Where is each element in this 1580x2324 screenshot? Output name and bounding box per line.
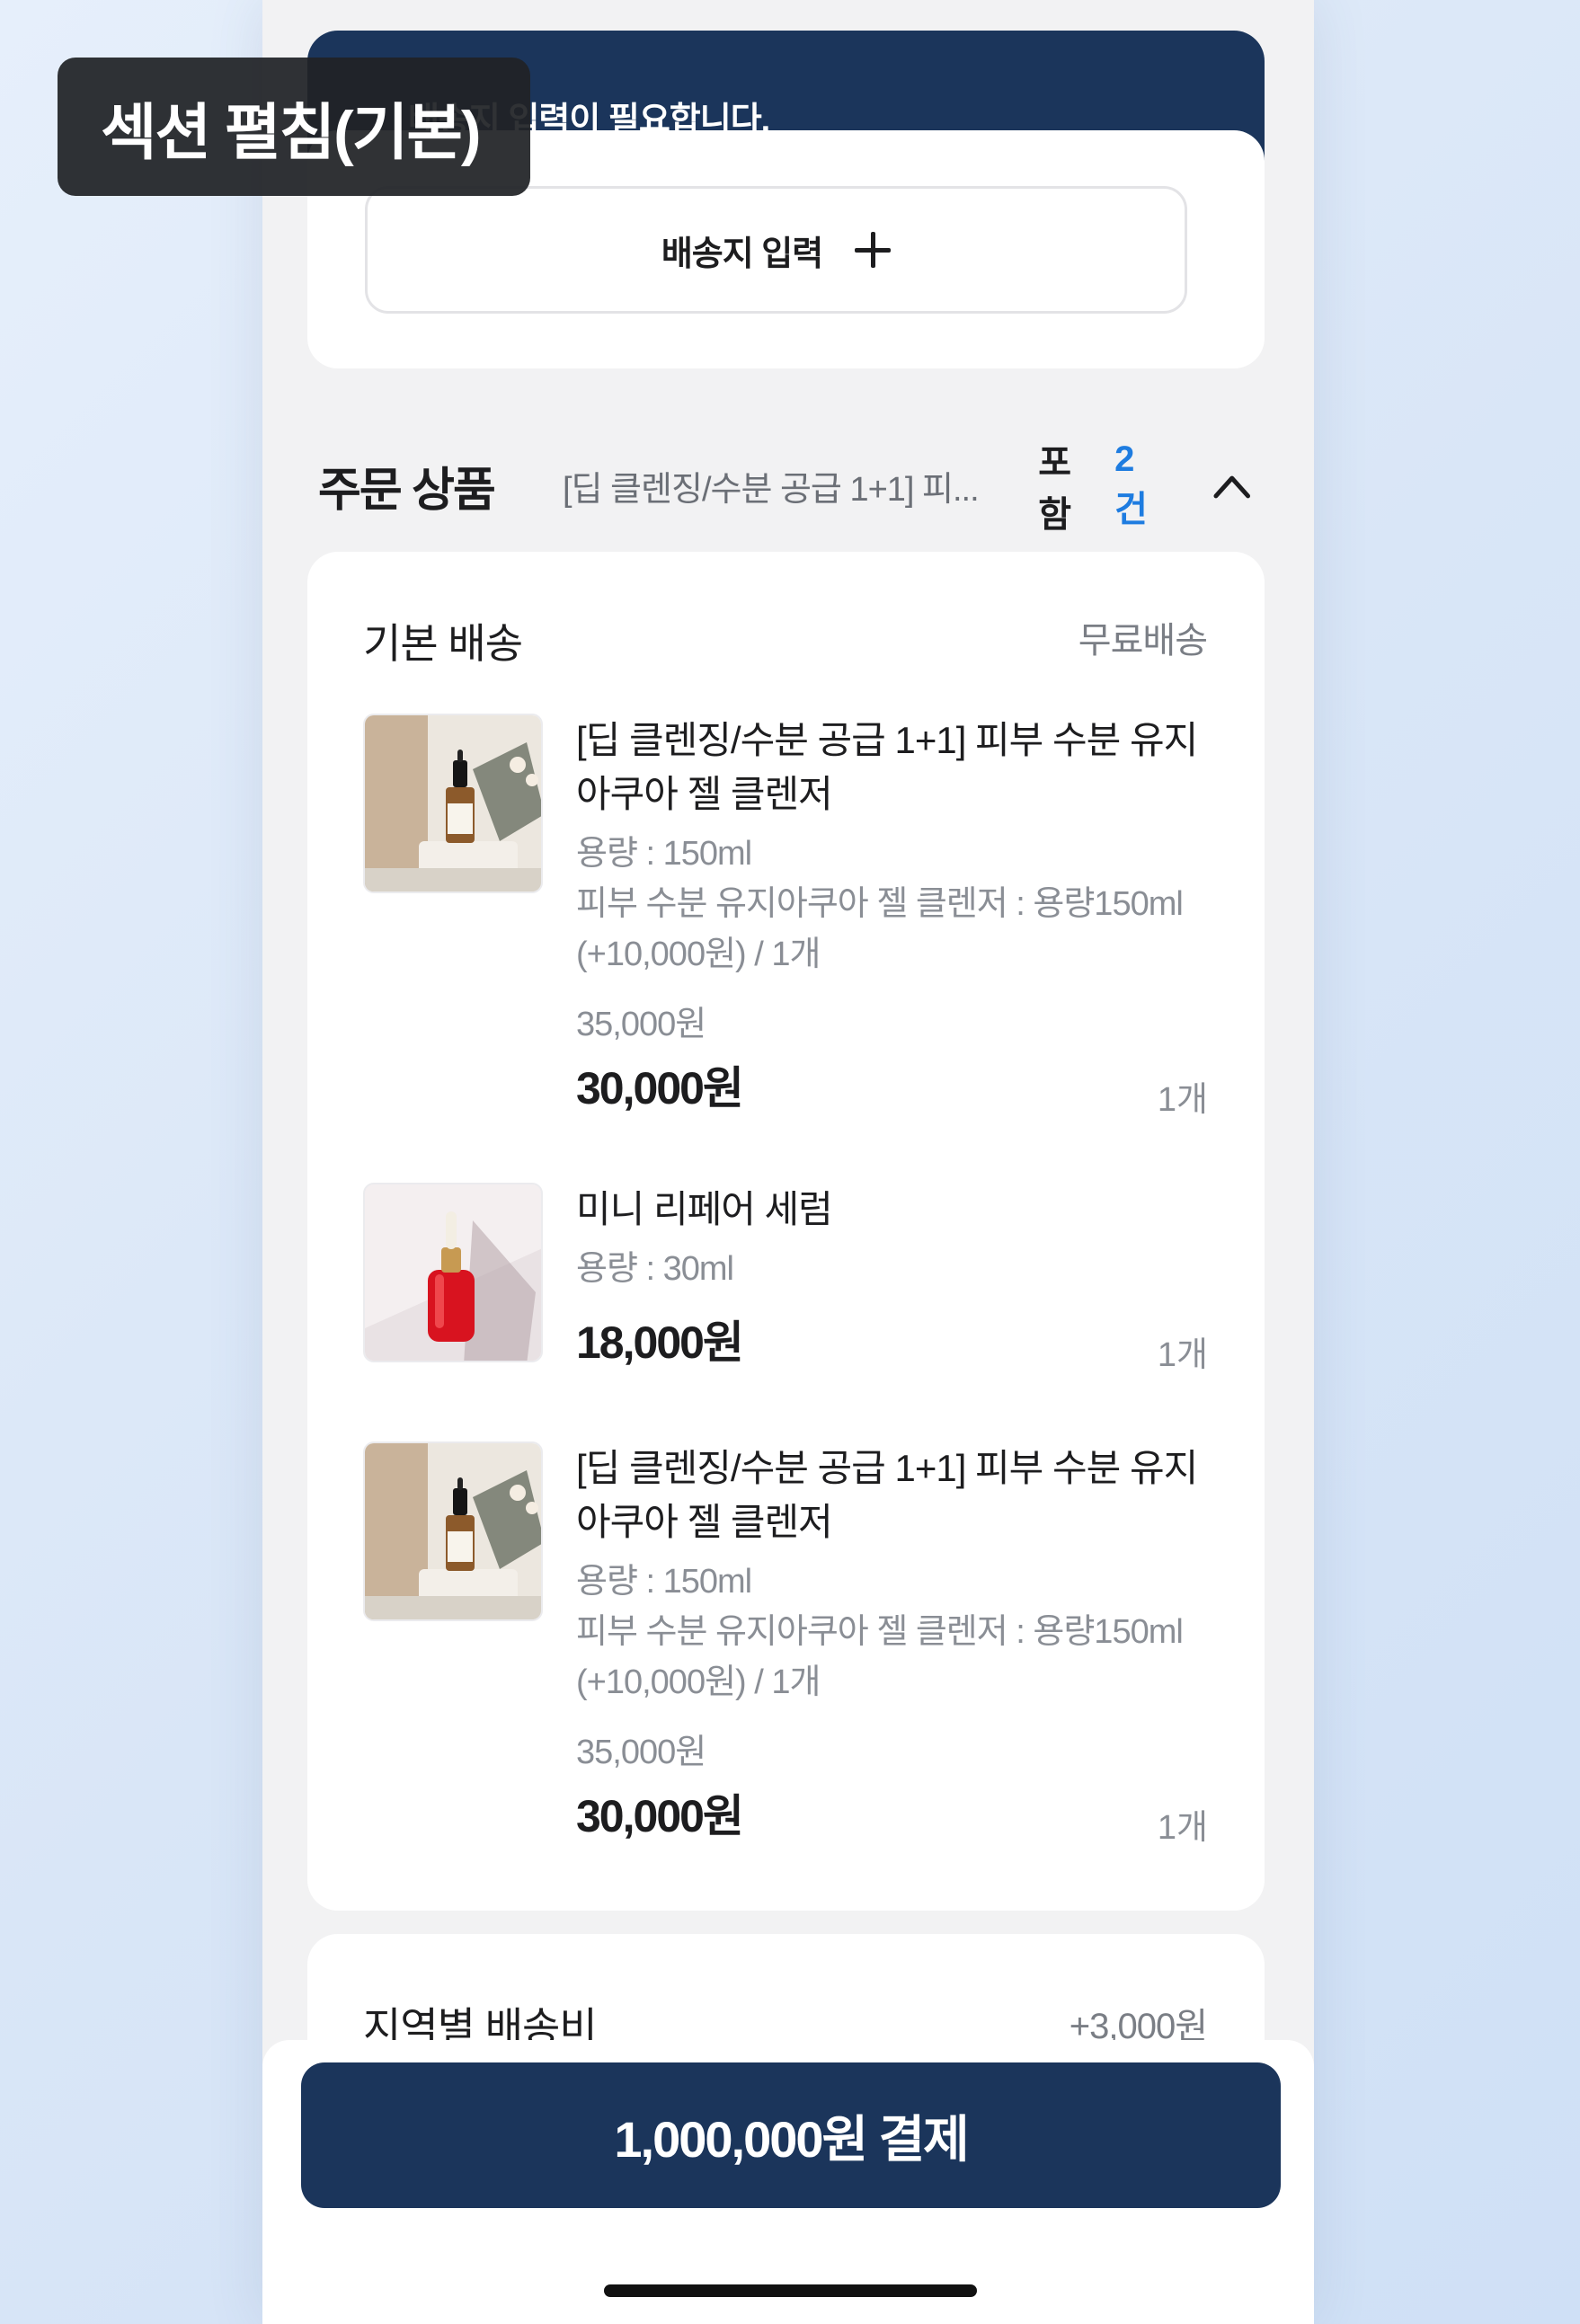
shipping-group-title: 기본 배송 (363, 620, 523, 667)
product-image (363, 1441, 543, 1621)
item-quantity: 1개 (1157, 1081, 1208, 1119)
product-name: [딥 클렌징/수분 공급 1+1] 피부 수분 유지 아쿠아 젤 클렌저 (576, 719, 1198, 815)
add-address-label: 배송지 입력 (661, 235, 823, 273)
list-item[interactable]: [딥 클렌징/수분 공급 1+1] 피부 수분 유지 아쿠아 젤 클렌저 용량 … (363, 714, 1208, 1145)
home-indicator (604, 2284, 977, 2297)
product-image (363, 714, 543, 893)
product-info: [딥 클렌징/수분 공급 1+1] 피부 수분 유지 아쿠아 젤 클렌저 용량 … (576, 714, 1205, 1117)
product-image (363, 1183, 543, 1362)
canvas-background: 배송지 입력이 필요합니다. 배송지 입력 주문 상품 [딥 클렌징/수분 공급… (0, 0, 1580, 2324)
product-info: 미니 리페어 세럼 용량 : 30ml 18,000원 (576, 1183, 1205, 1371)
product-option: 용량 : 150ml (576, 1563, 752, 1601)
shipping-fee-label: 무료배송 (1078, 621, 1208, 661)
order-items-summary: [딥 클렌징/수분 공급 1+1] 피... (562, 470, 980, 509)
order-items-title: 주문 상품 (318, 464, 496, 517)
original-price: 35,000원 (576, 1734, 706, 1771)
product-option-detail: 피부 수분 유지아쿠아 젤 클렌저 : 용량150ml (+10,000원) /… (576, 1613, 1184, 1701)
original-price: 35,000원 (576, 1006, 706, 1043)
item-quantity: 1개 (1157, 1336, 1208, 1374)
section-state-label: 섹션 펼침(기본) (58, 58, 530, 196)
product-info: [딥 클렌징/수분 공급 1+1] 피부 수분 유지 아쿠아 젤 클렌저 용량 … (576, 1441, 1205, 1845)
product-option: 용량 : 150ml (576, 835, 752, 873)
product-option-detail: 피부 수분 유지아쿠아 젤 클렌저 : 용량150ml (+10,000원) /… (576, 885, 1184, 973)
phone-screen: 배송지 입력이 필요합니다. 배송지 입력 주문 상품 [딥 클렌징/수분 공급… (262, 0, 1314, 2324)
plus-icon (855, 232, 892, 268)
chevron-up-icon[interactable] (1211, 467, 1253, 503)
product-name: 미니 리페어 세럼 (576, 1188, 833, 1230)
sale-price: 30,000원 (576, 1063, 744, 1113)
order-include-label: 포함 (1038, 443, 1071, 535)
pay-button[interactable]: 1,000,000원 결제 (301, 2062, 1281, 2208)
add-address-button[interactable]: 배송지 입력 (365, 186, 1187, 314)
item-quantity: 1개 (1157, 1809, 1208, 1847)
sale-price: 18,000원 (576, 1317, 744, 1368)
list-item[interactable]: 미니 리페어 세럼 용량 : 30ml 18,000원 1개 (363, 1183, 1208, 1380)
bottom-payment-bar: 1,000,000원 결제 (262, 2040, 1314, 2324)
product-option: 용량 : 30ml (576, 1250, 734, 1288)
order-items-card: 기본 배송 무료배송 [딥 클렌징/수분 공급 1+1] 피부 수분 유지 아쿠… (307, 552, 1265, 1911)
order-count-badge: 2건 (1114, 439, 1148, 529)
product-name: [딥 클렌징/수분 공급 1+1] 피부 수분 유지 아쿠아 젤 클렌저 (576, 1447, 1198, 1543)
sale-price: 30,000원 (576, 1791, 744, 1841)
order-items-header[interactable]: 주문 상품 [딥 클렌징/수분 공급 1+1] 피... 포함 2건 (318, 439, 1253, 535)
list-item[interactable]: [딥 클렌징/수분 공급 1+1] 피부 수분 유지 아쿠아 젤 클렌저 용량 … (363, 1441, 1208, 1873)
